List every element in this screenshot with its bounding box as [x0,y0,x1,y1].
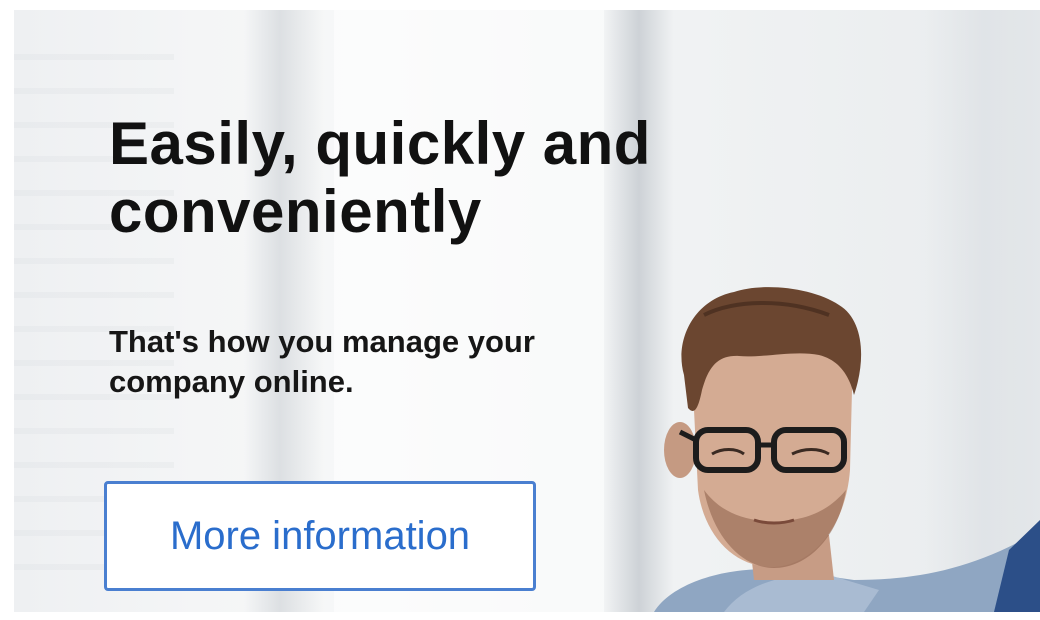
headline: Easily, quickly and conveniently [109,110,651,245]
man-with-glasses-photo [654,287,1040,612]
subheadline: That's how you manage your company onlin… [109,324,535,399]
hero-banner: Easily, quickly and conveniently That's … [14,10,1040,612]
more-information-button[interactable]: More information [104,481,536,591]
